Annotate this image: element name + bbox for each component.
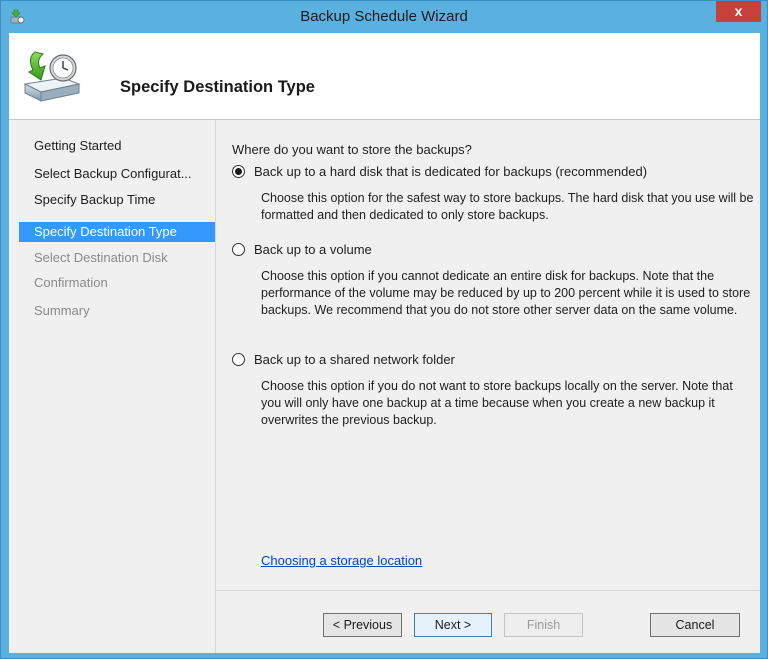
previous-button[interactable]: < Previous [323, 613, 402, 637]
option-volume-label: Back up to a volume [254, 242, 372, 257]
option-dedicated-disk-description: Choose this option for the safest way to… [261, 191, 754, 222]
nav-step-select-backup-configuration[interactable]: Select Backup Configurat... [19, 164, 215, 184]
wizard-steps-nav: Getting Started Select Backup Configurat… [9, 120, 216, 653]
finish-button: Finish [504, 613, 583, 637]
radio-network-folder[interactable] [232, 353, 245, 366]
nav-step-select-destination-disk: Select Destination Disk [34, 250, 168, 265]
storage-question: Where do you want to store the backups? [232, 142, 472, 157]
nav-step-summary: Summary [34, 303, 90, 318]
next-button[interactable]: Next > [414, 613, 492, 637]
radio-volume[interactable] [232, 243, 245, 256]
button-separator [216, 590, 760, 591]
backup-schedule-icon [23, 51, 81, 102]
cancel-button[interactable]: Cancel [650, 613, 740, 637]
wizard-window: Backup Schedule Wizard x Specify Destina… [0, 0, 768, 659]
wizard-content: Where do you want to store the backups? … [216, 120, 760, 653]
option-dedicated-disk-label: Back up to a hard disk that is dedicated… [254, 164, 648, 179]
option-volume-description: Choose this option if you cannot dedicat… [261, 269, 751, 317]
nav-step-specify-destination-type[interactable]: Specify Destination Type [19, 222, 215, 242]
window-title: Backup Schedule Wizard [300, 8, 468, 25]
title-bar[interactable]: Backup Schedule Wizard x [1, 1, 767, 33]
nav-step-specify-backup-time[interactable]: Specify Backup Time [19, 190, 215, 210]
radio-dedicated-disk[interactable] [232, 165, 245, 178]
page-title: Specify Destination Type [120, 78, 315, 96]
storage-location-help-link[interactable]: Choosing a storage location [261, 553, 422, 568]
nav-step-getting-started[interactable]: Getting Started [19, 136, 215, 156]
nav-step-confirmation: Confirmation [34, 275, 108, 290]
option-volume[interactable]: Back up to a volume [232, 242, 372, 257]
wizard-header: Specify Destination Type [9, 33, 760, 120]
wizard-body: Specify Destination Type Getting Started… [9, 33, 760, 653]
close-button[interactable]: x [716, 1, 761, 22]
option-network-folder-description: Choose this option if you do not want to… [261, 379, 733, 427]
option-dedicated-disk[interactable]: Back up to a hard disk that is dedicated… [232, 164, 647, 179]
option-network-folder[interactable]: Back up to a shared network folder [232, 352, 455, 367]
option-network-folder-label: Back up to a shared network folder [254, 352, 455, 367]
